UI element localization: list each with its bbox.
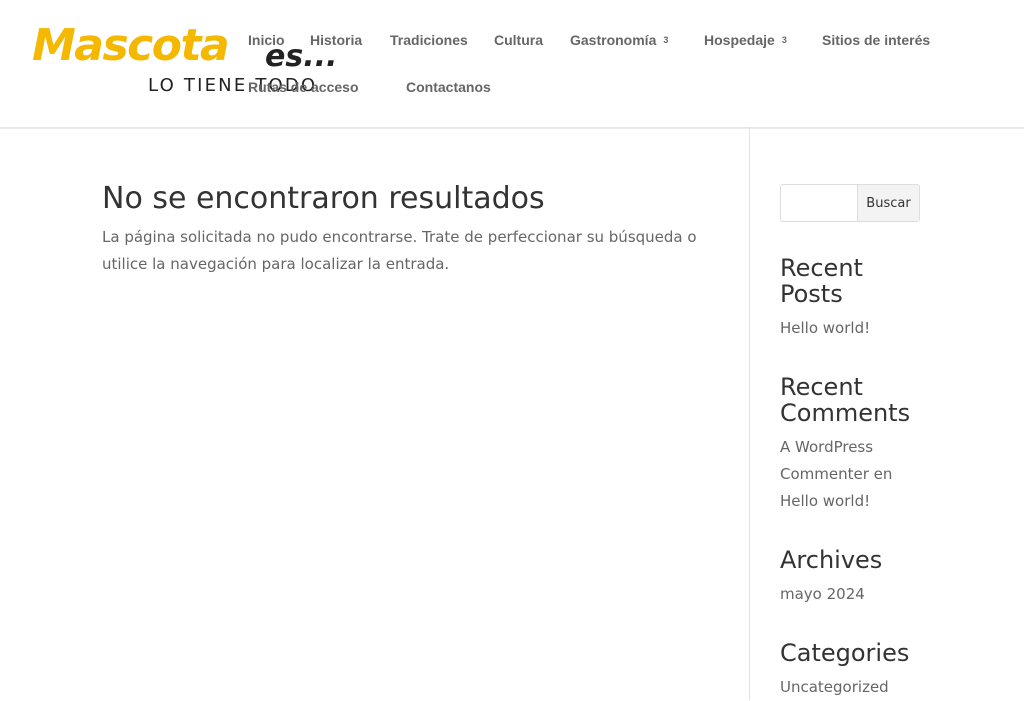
nav-item-sitios-de-interes[interactable]: Sitios de interés [822, 32, 930, 48]
category-link[interactable]: Uncategorized [780, 678, 889, 696]
logo-wordmark: Mascota [32, 20, 230, 71]
categories-list: Uncategorized [780, 674, 920, 701]
search-form: Buscar [780, 184, 920, 222]
nav-item-rutas-de-acceso[interactable]: Rutas de acceso [248, 79, 359, 95]
page-title: No se encontraron resultados [102, 181, 545, 216]
sidebar-divider [749, 127, 750, 700]
nav-item-label: Gastronomía [570, 32, 657, 48]
search-input[interactable] [781, 185, 859, 221]
nav-item-label: Tradiciones [390, 32, 468, 48]
archive-link[interactable]: mayo 2024 [780, 585, 865, 603]
nav-item-gastronomia[interactable]: Gastronomía 3 [570, 32, 668, 48]
recent-post-link[interactable]: Hello world! [780, 319, 870, 337]
search-button[interactable]: Buscar [857, 185, 919, 221]
nav-item-label: Hospedaje [704, 32, 775, 48]
nav-item-inicio[interactable]: Inicio [248, 32, 285, 48]
nav-item-label: Rutas de acceso [248, 79, 359, 95]
nav-item-cultura[interactable]: Cultura [494, 32, 543, 48]
comment-connector: en [873, 465, 893, 483]
recent-comment: A WordPress Commenter en Hello world! [780, 434, 920, 515]
not-found-message: La página solicitada no pudo encontrarse… [102, 228, 697, 273]
archives-title: Archives [780, 546, 883, 574]
chevron-down-icon: 3 [663, 35, 669, 45]
recent-posts-title: Recent Posts [780, 254, 863, 308]
nav-item-label: Historia [310, 32, 363, 48]
recent-posts-list: Hello world! [780, 315, 920, 342]
nav-item-label: Contactanos [406, 79, 491, 95]
nav-item-label: Cultura [494, 32, 543, 48]
comment-author-link[interactable]: A WordPress Commenter [780, 438, 873, 483]
nav-item-historia[interactable]: Historia [310, 32, 362, 48]
nav-item-hospedaje[interactable]: Hospedaje 3 [704, 32, 787, 48]
categories-title: Categories [780, 639, 910, 667]
nav-item-contactanos[interactable]: Contactanos [406, 79, 491, 95]
nav-item-label: Sitios de interés [822, 32, 931, 48]
comment-post-link[interactable]: Hello world! [780, 492, 870, 510]
archives-list: mayo 2024 [780, 581, 920, 608]
recent-comments-title: Recent Comments [780, 373, 911, 427]
site-header: Mascota es... LO TIENE TODO Inicio Histo… [0, 0, 1024, 128]
nav-item-tradiciones[interactable]: Tradiciones [390, 32, 468, 48]
chevron-down-icon: 3 [781, 35, 787, 45]
nav-item-label: Inicio [248, 32, 285, 48]
